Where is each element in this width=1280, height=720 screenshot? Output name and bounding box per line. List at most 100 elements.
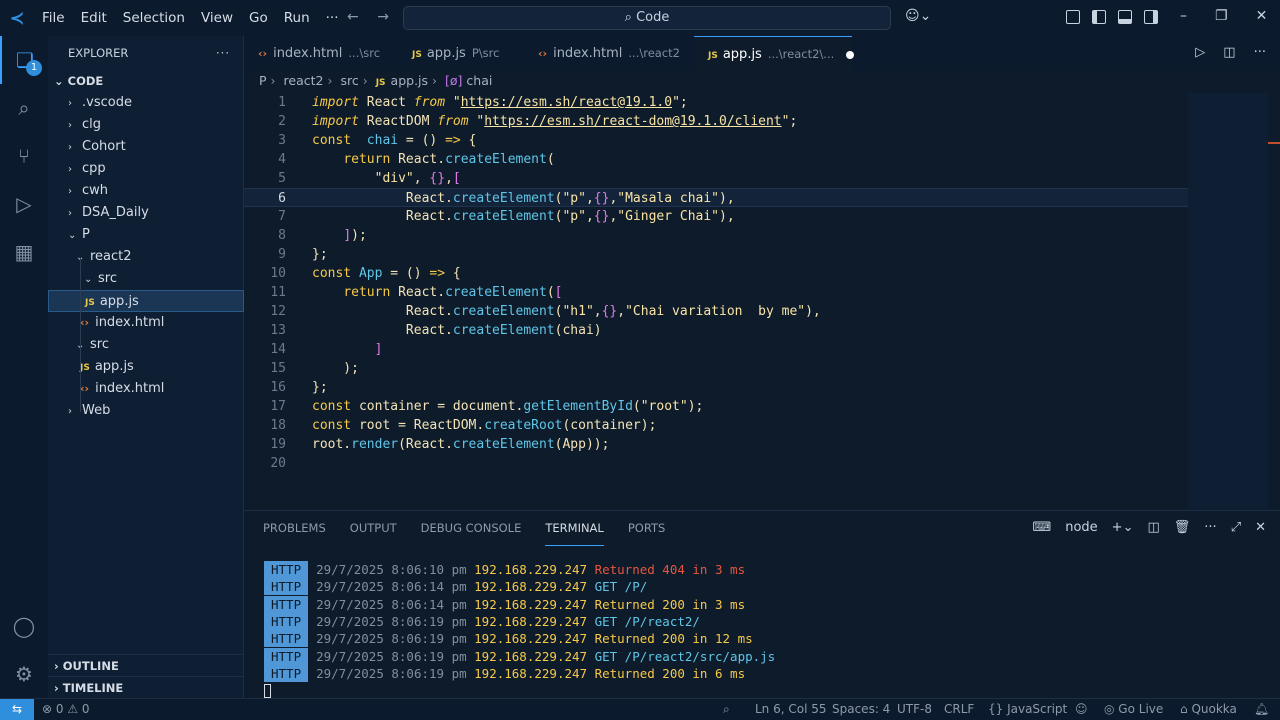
chevron-down-icon: ⌄ bbox=[76, 247, 90, 269]
line-number: 12 bbox=[270, 304, 286, 319]
end-of-line[interactable]: CRLF bbox=[944, 699, 974, 720]
problems-count[interactable]: ⊗ 0 ⚠ 0 bbox=[42, 699, 90, 720]
run-file-icon[interactable]: ▷ bbox=[1195, 45, 1205, 60]
breadcrumb-item[interactable]: react2 bbox=[284, 73, 324, 88]
tab-description: ...\react2\... bbox=[767, 47, 835, 61]
workspace-section-header[interactable]: ⌄ CODE bbox=[48, 70, 244, 92]
log-timestamp: 29/7/2025 8:06:19 pm bbox=[316, 613, 467, 629]
breadcrumb-item[interactable]: src bbox=[340, 73, 358, 88]
command-center-search[interactable]: ⌕ Code bbox=[403, 6, 891, 30]
log-ip: 192.168.229.247 bbox=[474, 579, 588, 595]
go-live-button[interactable]: ◎ Go Live bbox=[1104, 699, 1163, 720]
code-text: import ReactDOM from "https://esm.sh/rea… bbox=[312, 114, 798, 129]
more-actions-icon[interactable]: ··· bbox=[1204, 520, 1216, 535]
forward-arrow-icon[interactable]: → bbox=[377, 9, 389, 25]
timeline-label: TIMELINE bbox=[62, 681, 124, 695]
menu-view[interactable]: View bbox=[193, 0, 241, 36]
explorer-more-icon[interactable]: ··· bbox=[216, 36, 230, 70]
tree-folder[interactable]: ⌄react2 bbox=[48, 246, 244, 268]
menu-file[interactable]: File bbox=[34, 0, 73, 36]
close-panel-icon[interactable]: ✕ bbox=[1255, 520, 1266, 535]
tree-folder[interactable]: ⌄src bbox=[48, 334, 244, 356]
unsaved-dot-icon[interactable] bbox=[846, 50, 855, 59]
minimap[interactable] bbox=[1188, 93, 1268, 510]
settings-gear-icon[interactable]: ⚙ bbox=[0, 650, 48, 698]
tab-output[interactable]: OUTPUT bbox=[350, 511, 397, 546]
split-editor-icon[interactable]: ◫ bbox=[1223, 45, 1235, 60]
tab-terminal[interactable]: TERMINAL bbox=[545, 511, 604, 546]
tree-file[interactable]: JS app.js bbox=[48, 290, 244, 312]
extensions-icon[interactable]: ▦ bbox=[0, 228, 48, 276]
tree-file[interactable]: ‹› index.html bbox=[48, 312, 244, 334]
menu-more[interactable]: ··· bbox=[318, 0, 347, 36]
tab-problems[interactable]: PROBLEMS bbox=[263, 511, 326, 546]
terminal-line: HTTP 29/7/2025 8:06:19 pm 192.168.229.247… bbox=[264, 647, 775, 665]
tree-folder[interactable]: › cwh bbox=[48, 180, 244, 202]
back-arrow-icon[interactable]: ← bbox=[347, 9, 359, 25]
run-debug-icon[interactable]: ▷ bbox=[0, 180, 48, 228]
quokka-button[interactable]: ⌂ Quokka bbox=[1180, 699, 1237, 720]
tab-debug-console[interactable]: DEBUG CONSOLE bbox=[421, 511, 522, 546]
breadcrumb-item[interactable]: chai bbox=[466, 73, 492, 88]
tree-file[interactable]: ‹› index.html bbox=[48, 378, 244, 400]
remote-indicator-icon[interactable]: ⇆ bbox=[0, 699, 34, 720]
zoom-icon[interactable]: ⌕ bbox=[723, 699, 730, 720]
terminal-shell-name[interactable]: node bbox=[1065, 520, 1097, 535]
toggle-panel-icon[interactable] bbox=[1118, 10, 1132, 24]
account-icon[interactable]: ◯ bbox=[0, 602, 48, 650]
terminal-line: HTTP 29/7/2025 8:06:19 pm 192.168.229.247… bbox=[264, 664, 745, 682]
more-actions-icon[interactable]: ··· bbox=[1254, 45, 1266, 60]
copilot-status-icon[interactable]: ☺ bbox=[1075, 699, 1088, 720]
cursor-position[interactable]: Ln 6, Col 55 bbox=[755, 699, 827, 720]
language-mode[interactable]: {} JavaScript bbox=[988, 699, 1067, 720]
kill-terminal-icon[interactable]: 🗑 bbox=[1174, 520, 1191, 535]
panel-actions: ⌨ node +⌄ ◫ 🗑 ··· ⤢ ✕ bbox=[1032, 520, 1266, 535]
breadcrumb: P › react2 › src › JS app.js › [ø] chai bbox=[244, 71, 1280, 93]
tree-folder[interactable]: › Cohort bbox=[48, 136, 244, 158]
split-terminal-icon[interactable]: ◫ bbox=[1147, 520, 1159, 535]
tree-file[interactable]: JS app.js bbox=[48, 356, 244, 378]
tree-folder[interactable]: › cpp bbox=[48, 158, 244, 180]
notifications-bell-icon[interactable]: 🔔︎ bbox=[1254, 699, 1269, 720]
tree-item-label: P bbox=[82, 227, 90, 242]
code-text: ] bbox=[374, 342, 383, 357]
http-tag: HTTP bbox=[264, 578, 309, 596]
close-window-icon[interactable]: ✕ bbox=[1256, 8, 1268, 24]
toggle-primary-sidebar-icon[interactable] bbox=[1092, 10, 1106, 24]
tab-app-js-react2[interactable]: JS app.js ...\react2\... bbox=[694, 36, 855, 71]
breadcrumb-item[interactable]: P bbox=[259, 73, 267, 88]
menu-selection[interactable]: Selection bbox=[115, 0, 193, 36]
tab-index-html-src[interactable]: ‹› index.html ...\src bbox=[244, 36, 394, 71]
toggle-secondary-sidebar-icon[interactable] bbox=[1144, 10, 1158, 24]
tab-ports[interactable]: PORTS bbox=[628, 511, 665, 546]
new-terminal-icon[interactable]: +⌄ bbox=[1112, 520, 1134, 535]
encoding[interactable]: UTF-8 bbox=[897, 699, 932, 720]
indentation[interactable]: Spaces: 4 bbox=[832, 699, 890, 720]
tab-index-html-react2[interactable]: ‹› index.html ...\react2 bbox=[524, 36, 692, 71]
tree-folder[interactable]: › clg bbox=[48, 114, 244, 136]
maximize-panel-icon[interactable]: ⤢ bbox=[1231, 520, 1241, 535]
menu-run[interactable]: Run bbox=[276, 0, 318, 36]
layout-customize-icon[interactable] bbox=[1066, 10, 1080, 24]
explorer-icon[interactable]: ❏ 1 bbox=[0, 36, 48, 84]
restore-icon[interactable]: ❐ bbox=[1215, 8, 1228, 24]
code-text: import React from "https://esm.sh/react@… bbox=[312, 95, 688, 110]
tree-folder[interactable]: › .vscode bbox=[48, 92, 244, 114]
tree-folder[interactable]: › Web bbox=[48, 400, 244, 422]
minimize-icon[interactable]: – bbox=[1180, 8, 1187, 24]
breadcrumb-item[interactable]: app.js bbox=[391, 73, 429, 88]
tab-app-js-p-src[interactable]: JS app.js P\src bbox=[398, 36, 522, 71]
menu-edit[interactable]: Edit bbox=[73, 0, 115, 36]
tree-folder[interactable]: ⌄src bbox=[48, 268, 244, 290]
tree-folder[interactable]: › DSA_Daily bbox=[48, 202, 244, 224]
tree-item-label: Cohort bbox=[82, 139, 126, 154]
timeline-section-header[interactable]: › TIMELINE bbox=[48, 676, 244, 698]
code-editor[interactable]: 1 import React from "https://esm.sh/react… bbox=[244, 93, 1280, 510]
search-label: Code bbox=[636, 10, 670, 25]
menu-go[interactable]: Go bbox=[241, 0, 276, 36]
source-control-icon[interactable]: ⑂ bbox=[0, 132, 48, 180]
copilot-icon[interactable]: ☺⌄ bbox=[905, 8, 931, 24]
search-view-icon[interactable]: ⌕ bbox=[0, 84, 48, 132]
tree-folder[interactable]: ⌄ P bbox=[48, 224, 244, 246]
outline-section-header[interactable]: › OUTLINE bbox=[48, 654, 244, 676]
